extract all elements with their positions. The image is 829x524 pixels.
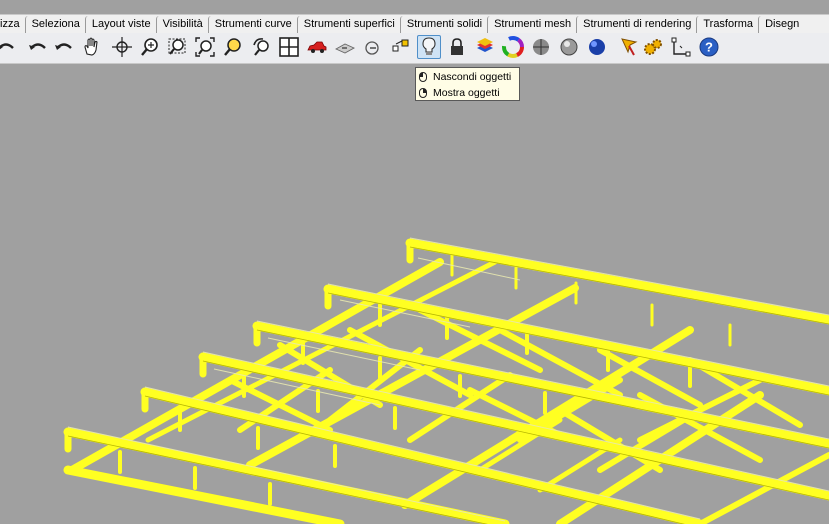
lightbulb-hide-icon[interactable] [417,35,441,59]
tooltip-row-left: Nascondi oggetti [419,69,516,85]
tab-strumenti-curve[interactable]: Strumenti curve [207,16,297,33]
left-mouse-icon [419,72,427,82]
pan-hand-icon[interactable] [80,35,104,59]
lock-icon[interactable] [445,35,469,59]
sphere-rendered-icon[interactable] [557,35,581,59]
zoom-selected-icon[interactable] [221,35,245,59]
tooltip: Nascondi oggetti Mostra oggetti [415,67,520,101]
tab-strumenti-mesh[interactable]: Strumenti mesh [487,16,576,33]
redo-icon[interactable] [26,35,50,59]
tab-strumenti-solidi[interactable]: Strumenti solidi [399,16,487,33]
sphere-shaded-icon[interactable] [529,35,553,59]
undo-icon[interactable] [52,35,76,59]
toolbar-tabs: izza Seleziona Layout viste Visibilità S… [0,14,829,35]
tab-strumenti-superfici[interactable]: Strumenti superfici [296,16,400,33]
car-shaded-icon[interactable] [305,35,329,59]
dimension-icon[interactable] [669,35,693,59]
tab-visualizza[interactable]: izza [0,16,25,33]
3d-viewport[interactable] [0,64,829,524]
plane-icon[interactable] [333,35,357,59]
zoom-icon[interactable] [138,35,162,59]
zoom-target-icon[interactable] [249,35,273,59]
help-icon[interactable]: ? [697,35,721,59]
tab-visibilita[interactable]: Visibilità [155,16,208,33]
circle-center-icon[interactable] [361,35,385,59]
undo-view-icon[interactable] [0,35,18,59]
pointer-pin-icon[interactable] [617,35,641,59]
points-icon[interactable] [389,35,413,59]
tooltip-left-label: Nascondi oggetti [433,71,512,83]
layer-icon[interactable] [473,35,497,59]
steel-structure-model [63,237,829,524]
color-wheel-icon[interactable] [501,35,525,59]
svg-text:?: ? [705,40,713,55]
four-viewports-icon[interactable] [277,35,301,59]
tab-disegno[interactable]: Disegn [758,16,804,33]
gear-cogs-icon[interactable] [641,35,665,59]
tab-trasforma[interactable]: Trasforma [696,16,758,33]
rotate-view-icon[interactable] [110,35,134,59]
tooltip-row-right: Mostra oggetti [419,85,516,101]
zoom-window-icon[interactable] [165,35,189,59]
zoom-extents-icon[interactable] [193,35,217,59]
tab-seleziona[interactable]: Seleziona [24,16,85,33]
tab-layout-viste[interactable]: Layout viste [84,16,156,33]
tab-strumenti-rendering[interactable]: Strumenti di rendering [576,16,696,33]
tooltip-right-label: Mostra oggetti [433,87,500,99]
right-mouse-icon [419,88,427,98]
sphere-blue-icon[interactable] [585,35,609,59]
toolbar: ? [0,33,829,64]
